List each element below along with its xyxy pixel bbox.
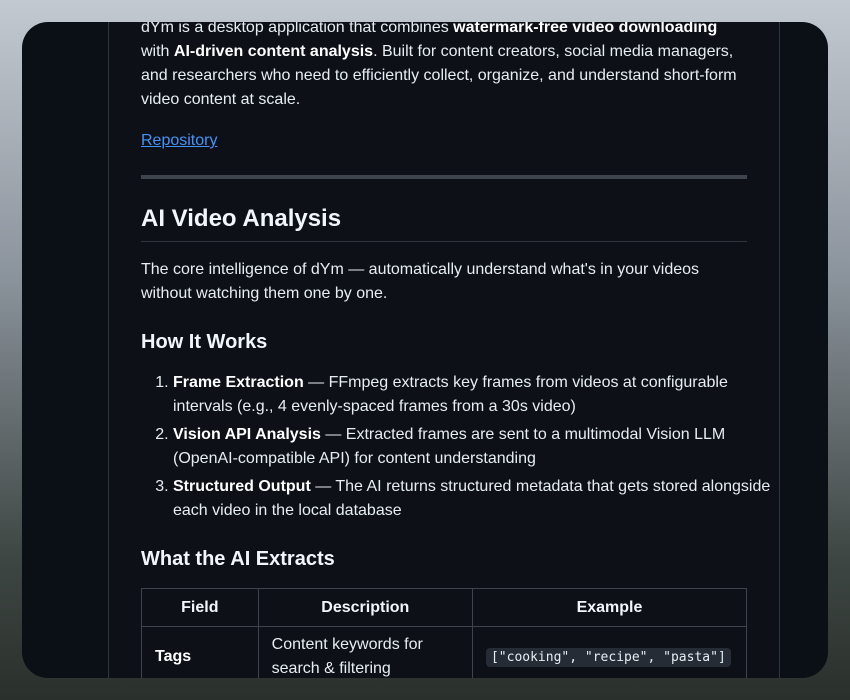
list-item: Frame Extraction — FFmpeg extracts key f…: [173, 371, 779, 419]
how-it-works-heading: How It Works: [141, 331, 268, 353]
repository-link[interactable]: Repository: [141, 129, 217, 153]
intro-text: dYm is a desktop application that combin…: [141, 22, 454, 36]
cell-field: Tags: [141, 626, 259, 678]
section-heading: AI Video Analysis: [141, 203, 747, 242]
markdown-document: dYm is a desktop application that combin…: [108, 22, 780, 678]
steps-list: Frame Extraction — FFmpeg extracts key f…: [141, 371, 779, 527]
list-item: Structured Output — The AI returns struc…: [173, 475, 779, 523]
list-item: Vision API Analysis — Extracted frames a…: [173, 423, 779, 471]
intro-paragraph: dYm is a desktop application that combin…: [141, 22, 747, 112]
extracts-table: Field Description Example Tags Content k…: [141, 588, 748, 678]
cell-description: Content keywords for search & filtering: [257, 626, 473, 678]
table-row: Tags Content keywords for search & filte…: [141, 626, 748, 678]
intro-text: with: [141, 43, 174, 60]
ai-extracts-heading: What the AI Extracts: [141, 548, 335, 570]
section-divider: [141, 175, 747, 179]
step-title: Frame Extraction: [173, 374, 304, 391]
column-header-example: Example: [471, 588, 748, 627]
column-header-field: Field: [141, 588, 259, 627]
intro-highlight-download: watermark-free video downloading: [453, 22, 718, 36]
cell-example: ["cooking", "recipe", "pasta"]: [471, 626, 748, 678]
section-description: The core intelligence of dYm — automatic…: [141, 261, 700, 302]
example-code: ["cooking", "recipe", "pasta"]: [485, 647, 731, 667]
intro-highlight-ai: AI-driven content analysis: [173, 43, 374, 60]
column-header-description: Description: [257, 588, 473, 627]
app-window: dYm is a desktop application that combin…: [22, 22, 828, 678]
step-title: Structured Output: [173, 478, 311, 495]
table-header-row: Field Description Example: [141, 588, 748, 627]
step-title: Vision API Analysis: [173, 426, 321, 443]
